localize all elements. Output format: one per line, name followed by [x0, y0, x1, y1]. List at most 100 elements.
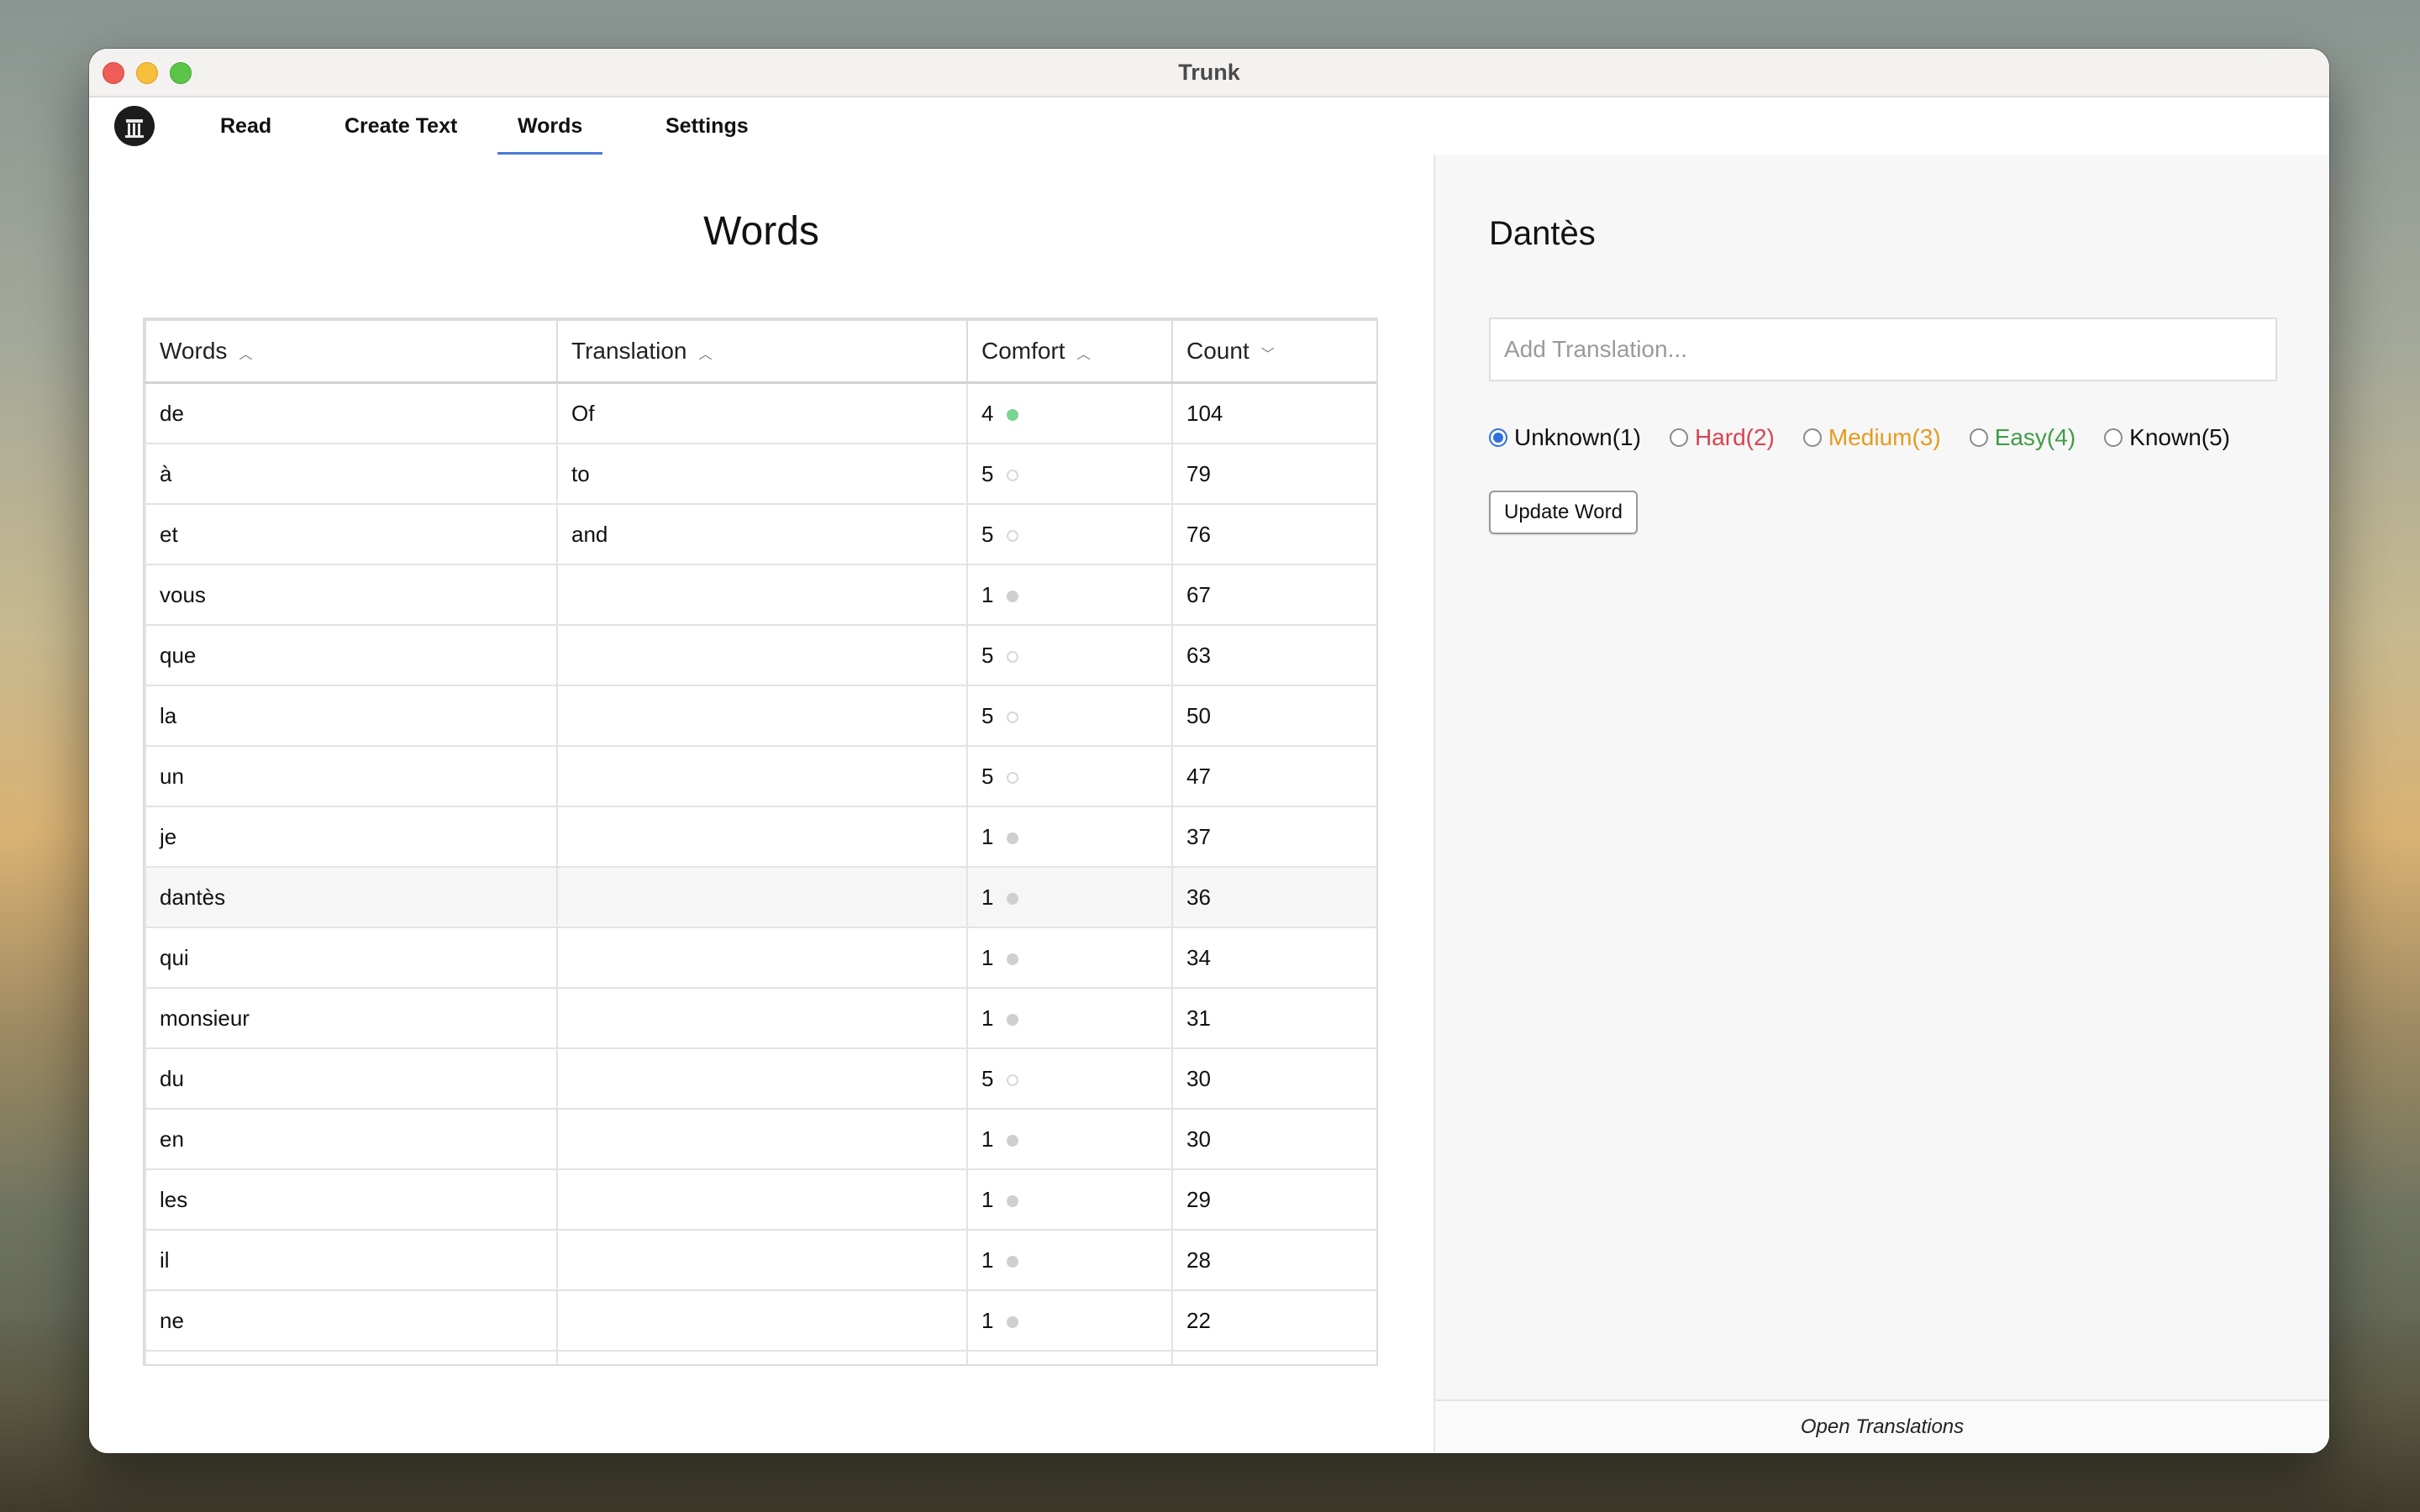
count-cell[interactable]: 36 [1171, 866, 1376, 928]
sort-ascending-icon[interactable]: ︿ [1077, 343, 1091, 363]
table-row[interactable] [145, 1350, 1376, 1364]
word-cell[interactable]: en [145, 1108, 558, 1170]
comfort-cell[interactable]: 1 [966, 1289, 1173, 1352]
comfort-radio-option[interactable]: Unknown(1) [1489, 424, 1641, 451]
translation-cell[interactable] [556, 927, 968, 989]
words-table-container[interactable]: Words ︿ Translation ︿ Comfort ︿ Count ﹀ de Of… [143, 318, 1378, 1366]
translation-cell[interactable] [556, 745, 968, 807]
column-header-comfort[interactable]: Comfort ︿ [966, 319, 1173, 384]
count-cell[interactable]: 63 [1171, 624, 1376, 686]
word-cell[interactable]: monsieur [145, 987, 558, 1049]
app-logo-icon[interactable] [114, 106, 155, 146]
comfort-cell[interactable] [966, 1350, 1173, 1364]
table-row[interactable]: ne 1 22 [145, 1289, 1376, 1352]
radio-button[interactable] [1669, 428, 1688, 447]
count-cell[interactable]: 34 [1171, 927, 1376, 989]
comfort-radio-option[interactable]: Medium(3) [1802, 424, 1941, 451]
title-bar[interactable]: Trunk [89, 49, 2329, 97]
translation-cell[interactable] [556, 1168, 968, 1231]
sort-ascending-icon[interactable]: ︿ [698, 343, 712, 363]
table-row[interactable]: les 1 29 [145, 1168, 1376, 1231]
word-cell[interactable]: dantès [145, 866, 558, 928]
count-cell[interactable] [1171, 1350, 1376, 1364]
comfort-cell[interactable]: 5 [966, 503, 1173, 565]
count-cell[interactable]: 30 [1171, 1047, 1376, 1110]
table-row[interactable]: un 5 47 [145, 745, 1376, 807]
word-cell[interactable]: du [145, 1047, 558, 1110]
count-cell[interactable]: 31 [1171, 987, 1376, 1049]
word-cell[interactable]: et [145, 503, 558, 565]
nav-tab-create-text[interactable]: Create Text [324, 97, 477, 155]
translation-cell[interactable] [556, 1108, 968, 1170]
translation-cell[interactable]: Of [556, 381, 968, 444]
comfort-radio-option[interactable]: Known(5) [2104, 424, 2230, 451]
comfort-cell[interactable]: 1 [966, 866, 1173, 928]
count-cell[interactable]: 104 [1171, 381, 1376, 444]
radio-button[interactable] [1489, 428, 1507, 447]
table-row[interactable]: de Of 4 104 [145, 381, 1376, 444]
count-cell[interactable]: 28 [1171, 1229, 1376, 1291]
translation-cell[interactable] [556, 806, 968, 868]
comfort-cell[interactable]: 5 [966, 1047, 1173, 1110]
radio-button[interactable] [2104, 428, 2123, 447]
comfort-cell[interactable]: 1 [966, 987, 1173, 1049]
table-row[interactable]: je 1 37 [145, 806, 1376, 868]
comfort-cell[interactable]: 5 [966, 624, 1173, 686]
count-cell[interactable]: 22 [1171, 1289, 1376, 1352]
word-cell[interactable]: il [145, 1229, 558, 1291]
comfort-cell[interactable]: 1 [966, 927, 1173, 989]
word-cell[interactable]: ne [145, 1289, 558, 1352]
comfort-cell[interactable]: 1 [966, 806, 1173, 868]
table-row[interactable]: il 1 28 [145, 1229, 1376, 1291]
comfort-cell[interactable]: 5 [966, 685, 1173, 747]
word-cell[interactable]: je [145, 806, 558, 868]
count-cell[interactable]: 50 [1171, 685, 1376, 747]
word-cell[interactable] [145, 1350, 558, 1364]
translation-cell[interactable] [556, 1047, 968, 1110]
translation-cell[interactable] [556, 685, 968, 747]
table-row[interactable]: que 5 63 [145, 624, 1376, 686]
table-row[interactable]: et and 5 76 [145, 503, 1376, 565]
radio-button[interactable] [1802, 428, 1822, 447]
count-cell[interactable]: 47 [1171, 745, 1376, 807]
count-cell[interactable]: 29 [1171, 1168, 1376, 1231]
word-cell[interactable]: qui [145, 927, 558, 989]
nav-tab-words[interactable]: Words [497, 97, 603, 155]
table-row[interactable]: à to 5 79 [145, 443, 1376, 505]
word-cell[interactable]: à [145, 443, 558, 505]
radio-button[interactable] [1969, 428, 1988, 447]
table-row[interactable]: qui 1 34 [145, 927, 1376, 989]
word-cell[interactable]: les [145, 1168, 558, 1231]
table-row[interactable]: du 5 30 [145, 1047, 1376, 1110]
table-row[interactable]: en 1 30 [145, 1108, 1376, 1170]
comfort-radio-option[interactable]: Hard(2) [1669, 424, 1775, 451]
word-cell[interactable]: que [145, 624, 558, 686]
comfort-cell[interactable]: 1 [966, 1229, 1173, 1291]
nav-tab-read[interactable]: Read [200, 97, 292, 155]
nav-tab-settings[interactable]: Settings [645, 97, 769, 155]
update-word-button[interactable]: Update Word [1489, 491, 1638, 534]
comfort-cell[interactable]: 5 [966, 745, 1173, 807]
comfort-cell[interactable]: 4 [966, 381, 1173, 444]
table-row[interactable]: vous 1 67 [145, 564, 1376, 626]
translation-cell[interactable] [556, 564, 968, 626]
comfort-cell[interactable]: 1 [966, 1108, 1173, 1170]
sort-descending-icon[interactable]: ﹀ [1261, 343, 1275, 363]
translation-cell[interactable]: and [556, 503, 968, 565]
translation-cell[interactable] [556, 1229, 968, 1291]
translation-input[interactable] [1489, 318, 2277, 381]
count-cell[interactable]: 79 [1171, 443, 1376, 505]
column-header-translation[interactable]: Translation ︿ [556, 319, 968, 384]
sort-ascending-icon[interactable]: ︿ [239, 343, 252, 363]
count-cell[interactable]: 37 [1171, 806, 1376, 868]
translation-cell[interactable]: to [556, 443, 968, 505]
translation-cell[interactable] [556, 987, 968, 1049]
translation-cell[interactable] [556, 624, 968, 686]
translation-cell[interactable] [556, 866, 968, 928]
translation-cell[interactable] [556, 1350, 968, 1364]
table-row[interactable]: la 5 50 [145, 685, 1376, 747]
table-row[interactable]: dantès 1 36 [145, 866, 1376, 928]
comfort-radio-option[interactable]: Easy(4) [1969, 424, 2075, 451]
column-header-words[interactable]: Words ︿ [145, 319, 558, 384]
word-cell[interactable]: de [145, 381, 558, 444]
